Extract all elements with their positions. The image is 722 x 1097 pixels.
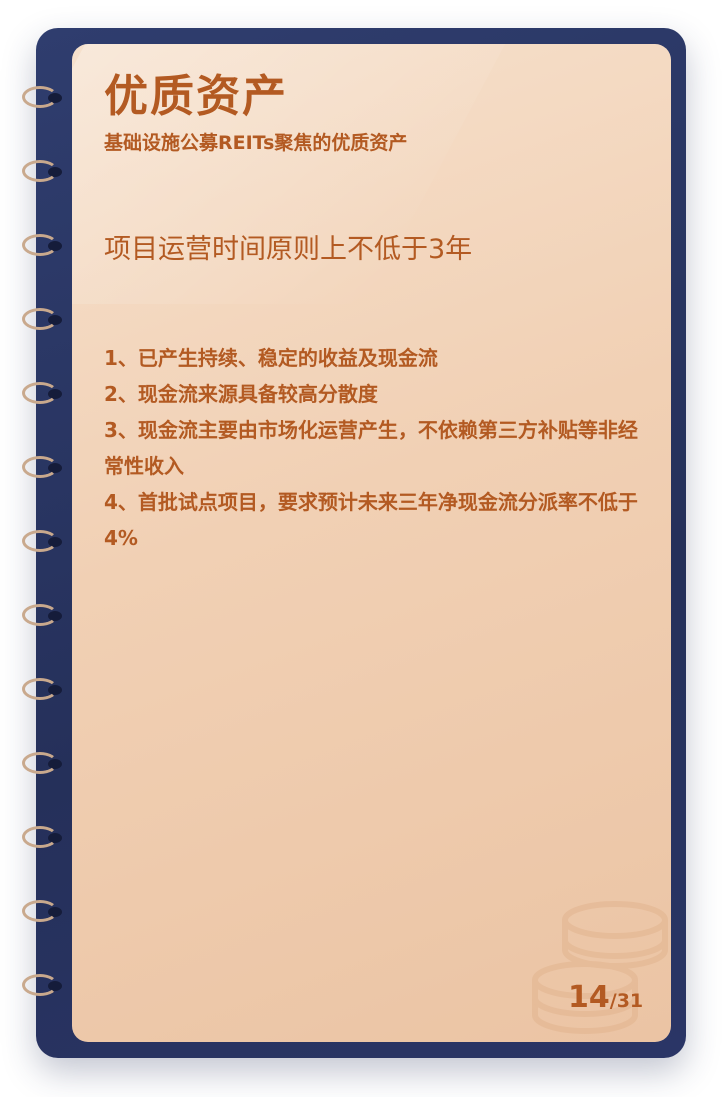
- binder-ring-icon: [20, 826, 62, 850]
- page-indicator: 14/31: [568, 980, 643, 1015]
- criteria-list: 1、已产生持续、稳定的收益及现金流 2、现金流来源具备较高分散度 3、现金流主要…: [104, 340, 654, 556]
- page-title: 优质资产: [104, 71, 288, 122]
- binder-ring-icon: [20, 530, 62, 554]
- binder-ring-icon: [20, 900, 62, 924]
- coin-stack-icon: [532, 901, 668, 1034]
- binder-ring-icon: [20, 160, 62, 184]
- binder-ring-icon: [20, 456, 62, 480]
- current-page: 14: [568, 980, 610, 1015]
- binder-ring-icon: [20, 86, 62, 110]
- list-item: 1、已产生持续、稳定的收益及现金流: [104, 346, 438, 370]
- list-item: 3、现金流主要由市场化运营产生，不依赖第三方补贴等非经常性收入: [104, 418, 638, 478]
- list-item: 2、现金流来源具备较高分散度: [104, 382, 378, 406]
- total-pages: /31: [609, 990, 644, 1012]
- binder-ring-icon: [20, 604, 62, 628]
- list-item: 4、首批试点项目，要求预计未来三年净现金流分派率不低于4%: [104, 490, 638, 550]
- binder-ring-icon: [20, 974, 62, 998]
- binder-ring-icon: [20, 382, 62, 406]
- binder-ring-icon: [20, 752, 62, 776]
- binder-ring-icon: [20, 678, 62, 702]
- binder-rings: [0, 0, 80, 1097]
- headline: 项目运营时间原则上不低于3年: [104, 234, 473, 265]
- binder-ring-icon: [20, 308, 62, 332]
- binder-ring-icon: [20, 234, 62, 258]
- page-subtitle: 基础设施公募REITs聚焦的优质资产: [104, 132, 408, 154]
